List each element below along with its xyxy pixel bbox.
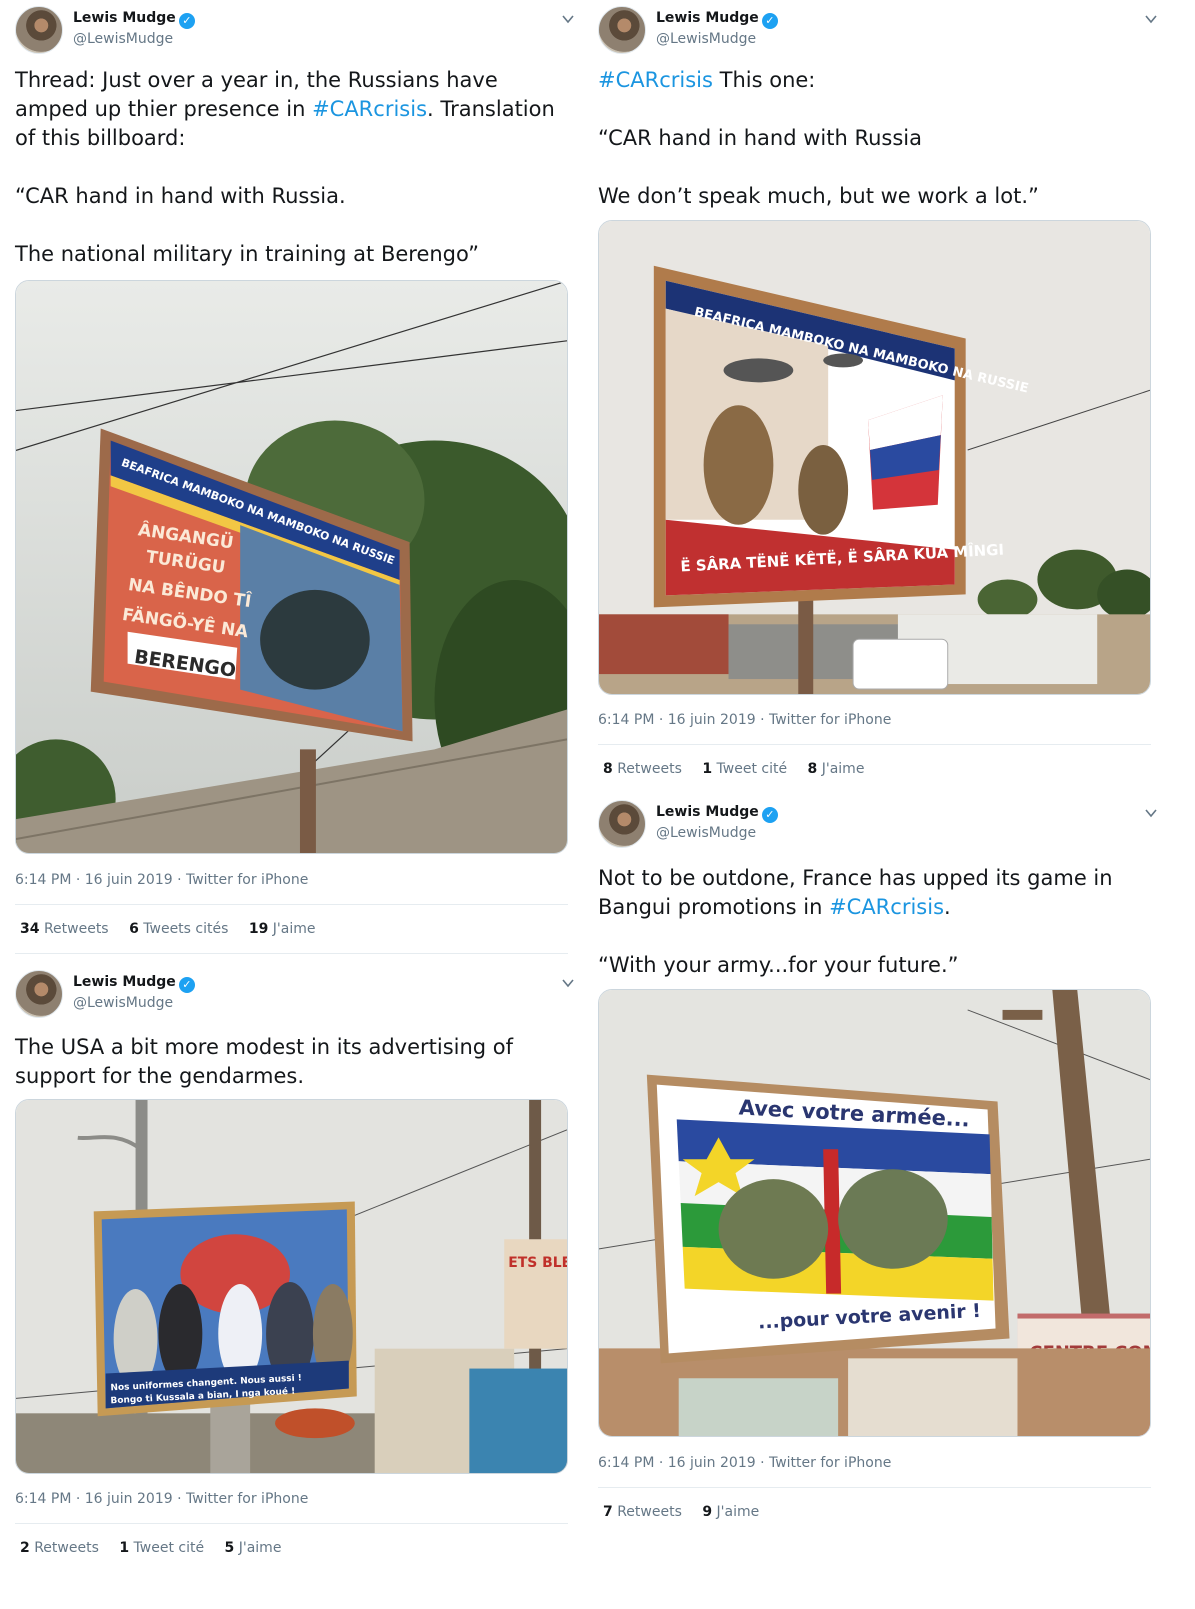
author-name[interactable]: Lewis Mudge ✓ (656, 804, 778, 823)
avatar[interactable] (15, 970, 63, 1018)
stat-label: Retweets (617, 761, 682, 777)
tweet-stats: 2 Retweets 1 Tweet cité 5 J'aime (20, 1540, 297, 1556)
likes-count[interactable]: 8 J'aime (808, 761, 865, 777)
quote-tweets-count[interactable]: 1 Tweet cité (119, 1540, 204, 1556)
avatar[interactable] (15, 6, 63, 54)
stat-label: Tweet cité (133, 1540, 205, 1556)
author-handle[interactable]: @LewisMudge (73, 995, 173, 1011)
author-name[interactable]: Lewis Mudge ✓ (656, 10, 778, 29)
tweet-header: Lewis Mudge ✓ @LewisMudge (15, 6, 575, 54)
stat-count: 8 (603, 761, 613, 777)
stat-label: Retweets (34, 1540, 99, 1556)
author-handle[interactable]: @LewisMudge (656, 31, 756, 47)
avatar[interactable] (598, 6, 646, 54)
hashtag-link[interactable]: #CARcrisis (598, 68, 713, 92)
tweet-stats: 8 Retweets 1 Tweet cité 8 J'aime (603, 761, 880, 777)
retweets-count[interactable]: 8 Retweets (603, 761, 682, 777)
author-name[interactable]: Lewis Mudge ✓ (73, 974, 195, 993)
divider (598, 1487, 1151, 1488)
tweet-photo[interactable]: ETS BLESS Nos uniformes changent. Nous a… (15, 1099, 568, 1474)
stat-label: J'aime (716, 1504, 760, 1520)
stat-label: Tweets cités (143, 921, 229, 937)
tweet-text-part: . Translation of this billboard: “CAR ha… (15, 97, 555, 266)
tweet-timestamp[interactable]: 6:14 PM · 16 juin 2019 · Twitter for iPh… (15, 872, 308, 888)
stat-label: Retweets (617, 1504, 682, 1520)
stat-label: J'aime (821, 761, 865, 777)
stat-count: 2 (20, 1540, 30, 1556)
stat-count: 1 (119, 1540, 130, 1556)
tweet-photo[interactable]: BEAFRICA MAMBOKO NA MAMBOKO NA RUSSIE ÂN… (15, 280, 568, 854)
stat-label: J'aime (238, 1540, 282, 1556)
tweet-header: Lewis Mudge ✓ @LewisMudge (598, 6, 1158, 54)
chevron-down-icon[interactable] (1144, 12, 1158, 26)
hashtag-link[interactable]: #CARcrisis (312, 97, 427, 121)
stat-count: 7 (603, 1504, 613, 1520)
author-name-text[interactable]: Lewis Mudge (73, 974, 176, 990)
tweet-header: Lewis Mudge ✓ @LewisMudge (598, 800, 1158, 848)
tweet-text: #CARcrisis This one: “CAR hand in hand w… (598, 66, 1158, 211)
stat-count: 34 (20, 921, 40, 937)
quote-tweets-count[interactable]: 1 Tweet cité (702, 761, 787, 777)
tweet-photo[interactable]: CENTRE COMM Avec votre armée... ...pour … (598, 989, 1151, 1437)
tweet-timestamp[interactable]: 6:14 PM · 16 juin 2019 · Twitter for iPh… (598, 1455, 891, 1471)
author-name[interactable]: Lewis Mudge ✓ (73, 10, 195, 29)
author-name-text[interactable]: Lewis Mudge (656, 10, 759, 26)
chevron-down-icon[interactable] (1144, 806, 1158, 820)
hashtag-link[interactable]: #CARcrisis (829, 895, 944, 919)
likes-count[interactable]: 9 J'aime (702, 1504, 759, 1520)
tweet-text: Not to be outdone, France has upped its … (598, 864, 1158, 980)
likes-count[interactable]: 5 J'aime (225, 1540, 282, 1556)
divider (598, 744, 1151, 745)
quote-tweets-count[interactable]: 6 Tweets cités (129, 921, 228, 937)
stat-label: Retweets (43, 921, 109, 937)
tweet-timestamp[interactable]: 6:14 PM · 16 juin 2019 · Twitter for iPh… (598, 712, 891, 728)
author-name-text[interactable]: Lewis Mudge (656, 804, 759, 820)
tweet-header: Lewis Mudge ✓ @LewisMudge (15, 970, 575, 1018)
stat-count: 9 (702, 1504, 713, 1520)
stat-label: Tweet cité (716, 761, 788, 777)
divider (15, 953, 568, 954)
stat-count: 8 (807, 761, 818, 777)
author-handle[interactable]: @LewisMudge (656, 825, 756, 841)
tweet-photo[interactable]: BEAFRICA MAMBOKO NA MAMBOKO NA RUSSIE Ë … (598, 220, 1151, 695)
tweet-text-part: The USA a bit more modest in its adverti… (15, 1035, 520, 1088)
divider (15, 1523, 568, 1524)
tweet-timestamp[interactable]: 6:14 PM · 16 juin 2019 · Twitter for iPh… (15, 1491, 308, 1507)
tweet-text: The USA a bit more modest in its adverti… (15, 1033, 575, 1091)
tweet-text: Thread: Just over a year in, the Russian… (15, 66, 575, 269)
chevron-down-icon[interactable] (561, 12, 575, 26)
stat-count: 1 (702, 761, 713, 777)
divider (15, 904, 568, 905)
tweet-stats: 7 Retweets 9 J'aime (603, 1504, 775, 1520)
verified-badge-icon: ✓ (178, 977, 195, 993)
avatar[interactable] (598, 800, 646, 848)
retweets-count[interactable]: 34 Retweets (20, 921, 109, 937)
author-name-text[interactable]: Lewis Mudge (73, 10, 176, 26)
verified-badge-icon: ✓ (178, 13, 195, 29)
shop-sign-text: ETS BLESS (508, 1255, 567, 1271)
retweets-count[interactable]: 2 Retweets (20, 1540, 99, 1556)
author-handle[interactable]: @LewisMudge (73, 31, 173, 47)
chevron-down-icon[interactable] (561, 976, 575, 990)
stat-label: J'aime (272, 921, 316, 937)
verified-badge-icon: ✓ (761, 13, 778, 29)
tweet-stats: 34 Retweets 6 Tweets cités 19 J'aime (20, 921, 332, 937)
verified-badge-icon: ✓ (761, 807, 778, 823)
retweets-count[interactable]: 7 Retweets (603, 1504, 682, 1520)
stat-count: 6 (129, 921, 139, 937)
likes-count[interactable]: 19 J'aime (249, 921, 316, 937)
stat-count: 5 (224, 1540, 235, 1556)
stat-count: 19 (248, 921, 269, 937)
